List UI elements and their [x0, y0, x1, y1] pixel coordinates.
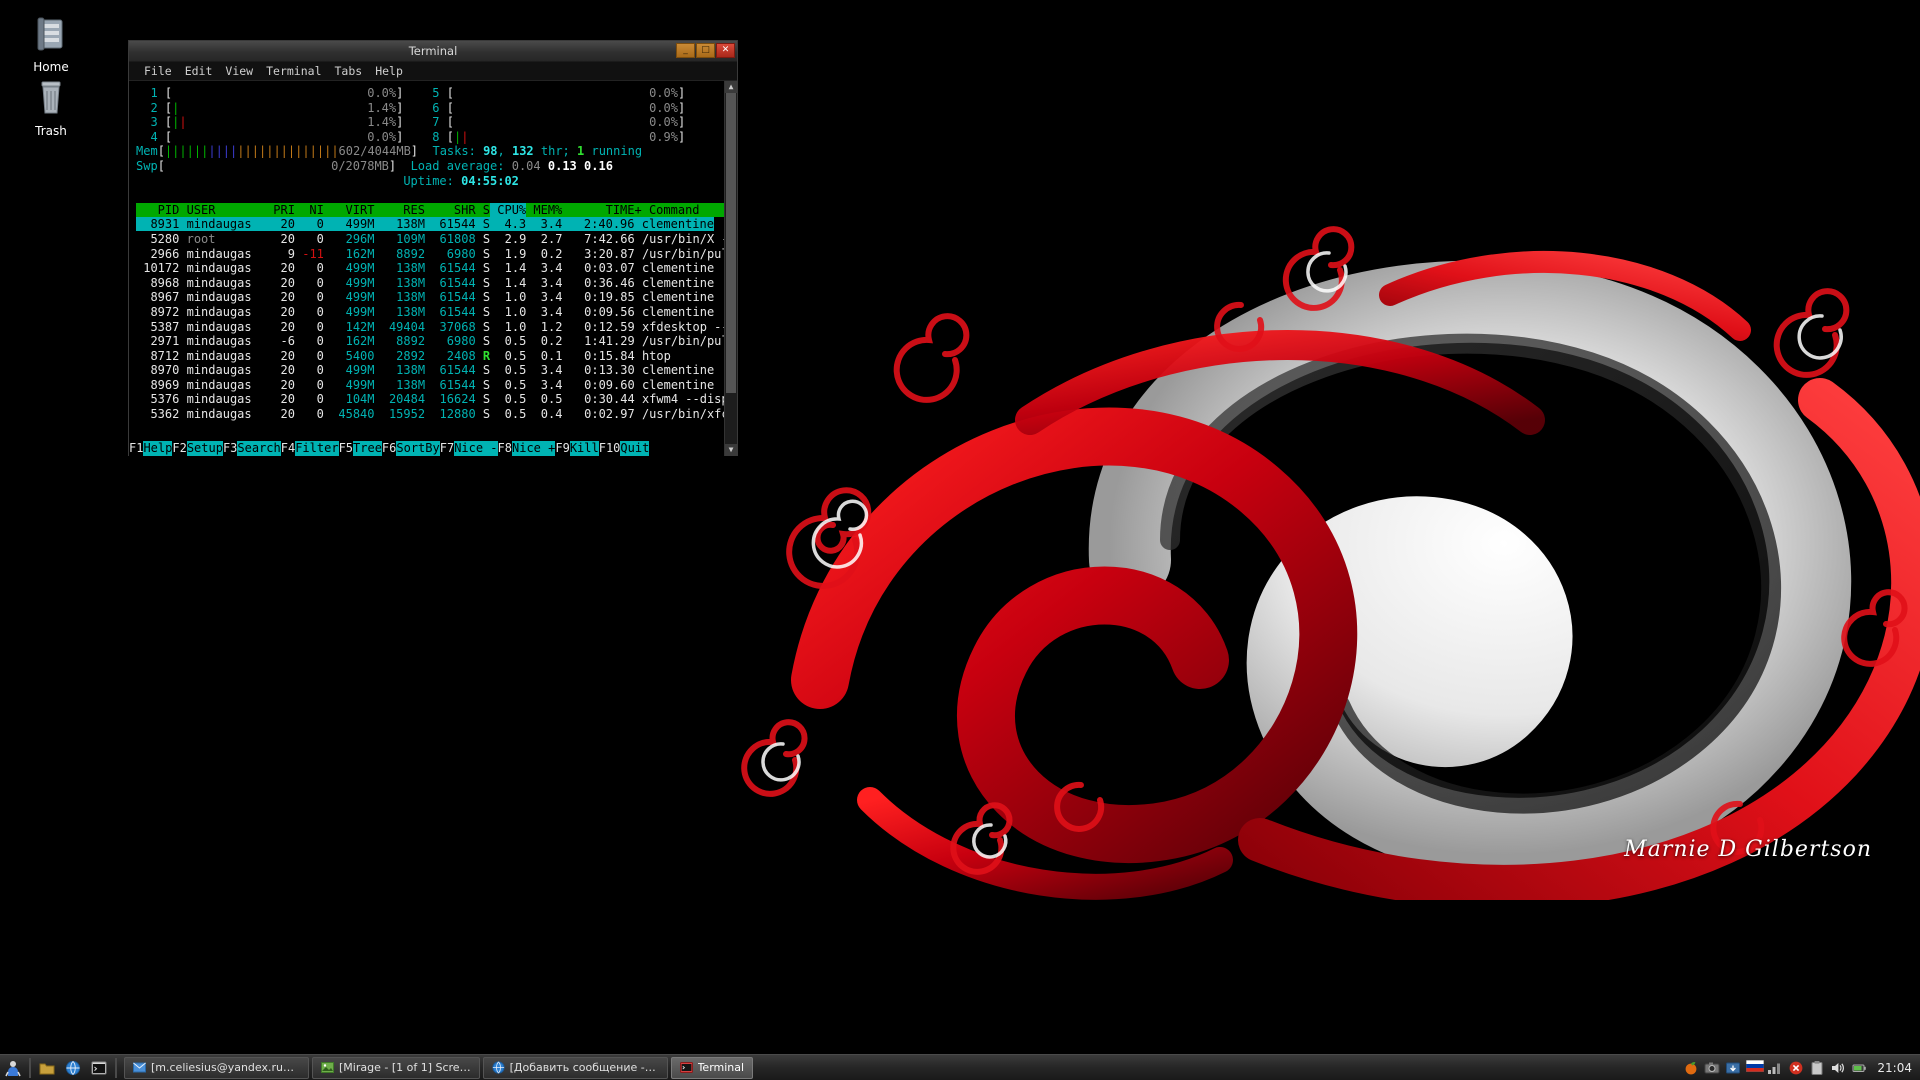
screenshot-tray-icon[interactable] [1704, 1060, 1720, 1076]
task-button-message[interactable]: [Добавить сообщение - … [482, 1056, 668, 1079]
applications-menu-button[interactable] [0, 1056, 26, 1080]
taskbar[interactable]: [m.celiesius@yandex.ru@… [Mirage - [1 of… [0, 1054, 1920, 1080]
fkey-f4[interactable]: F4 [280, 441, 296, 456]
fkey-label-quit[interactable]: Quit [620, 441, 650, 456]
desktop[interactable]: Marnie D Gilbertson Home Trash Terminal … [0, 0, 1920, 1080]
scroll-down-icon[interactable]: ▼ [725, 444, 737, 456]
close-button[interactable]: ✕ [716, 43, 735, 58]
menu-help[interactable]: Help [370, 63, 408, 79]
desktop-icon-trash[interactable]: Trash [8, 78, 94, 138]
fkey-f1[interactable]: F1 [129, 441, 144, 456]
scrollbar-thumb[interactable] [726, 93, 736, 393]
menu-tabs[interactable]: Tabs [330, 63, 368, 79]
desktop-icon-trash-label: Trash [35, 124, 67, 138]
terminal-title-bar[interactable]: Terminal _ □ ✕ [129, 41, 737, 62]
task-label-thunderbird: [m.celiesius@yandex.ru@… [151, 1061, 300, 1074]
taskbar-separator-2 [115, 1057, 117, 1078]
fkey-f6[interactable]: F6 [381, 441, 397, 456]
terminal-window[interactable]: Terminal _ □ ✕ File Edit View Terminal T… [128, 40, 738, 456]
desktop-icon-home-label: Home [33, 60, 69, 74]
image-icon [321, 1061, 334, 1074]
scroll-up-icon[interactable]: ▲ [725, 81, 737, 93]
fkey-f10[interactable]: F10 [598, 441, 621, 456]
task-label-terminal: Terminal [697, 1061, 745, 1074]
window-title: Terminal [408, 44, 458, 58]
fkey-f5[interactable]: F5 [338, 441, 354, 456]
task-button-terminal[interactable]: Terminal [670, 1056, 754, 1079]
task-label-mirage: [Mirage - [1 of 1] Scre… [339, 1061, 471, 1074]
htop-screen[interactable]: 1 [ 0.0%] 5 [ 0.0%] 2 [| 1.4%] 6 [ 0.0%]… [129, 81, 737, 456]
wallpaper-signature: Marnie D Gilbertson [1624, 837, 1872, 862]
desktop-icon-home[interactable]: Home [8, 14, 94, 74]
system-tray[interactable] [1683, 1059, 1873, 1076]
terminal-icon [679, 1061, 693, 1074]
battery-tray-icon[interactable] [1851, 1060, 1867, 1076]
menu-edit[interactable]: Edit [180, 63, 218, 79]
fkey-label-filter[interactable]: Filter [295, 441, 339, 456]
fkey-f7[interactable]: F7 [439, 441, 455, 456]
htop-content: 1 [ 0.0%] 5 [ 0.0%] 2 [| 1.4%] 6 [ 0.0%]… [136, 86, 737, 422]
keyboard-layout-flag-icon[interactable] [1746, 1059, 1765, 1076]
browser-launcher[interactable] [60, 1056, 86, 1080]
mail-icon [133, 1061, 146, 1074]
updates-tray-icon[interactable] [1725, 1060, 1741, 1076]
trash-icon [8, 78, 94, 120]
wallpaper-fractal [741, 226, 1920, 900]
browser-icon [491, 1061, 505, 1074]
task-button-thunderbird[interactable]: [m.celiesius@yandex.ru@… [124, 1056, 309, 1079]
fkey-label-setup[interactable]: Setup [186, 441, 223, 456]
menu-file[interactable]: File [139, 63, 177, 79]
fkey-label-nice[interactable]: Nice + [512, 441, 556, 456]
fkey-label-search[interactable]: Search [237, 441, 281, 456]
network-tray-icon[interactable] [1767, 1060, 1783, 1076]
close-session-tray-icon[interactable] [1788, 1060, 1804, 1076]
task-label-message: [Добавить сообщение - … [509, 1061, 659, 1074]
menu-terminal[interactable]: Terminal [261, 63, 326, 79]
clock[interactable]: 21:04 [1873, 1061, 1920, 1075]
minimize-button[interactable]: _ [676, 43, 695, 58]
task-button-mirage[interactable]: [Mirage - [1 of 1] Scre… [312, 1056, 480, 1079]
fkey-label-nice[interactable]: Nice - [454, 441, 498, 456]
menu-view[interactable]: View [220, 63, 258, 79]
htop-function-key-bar[interactable]: F1 Help F2 Setup F3 Search F4 Filter F5 Tree F6… [129, 441, 724, 456]
terminal-scrollbar[interactable]: ▲ ▼ [724, 81, 737, 456]
clementine-tray-icon[interactable] [1683, 1060, 1699, 1076]
fkey-f9[interactable]: F9 [555, 441, 570, 456]
fkey-f3[interactable]: F3 [222, 441, 238, 456]
window-task-list[interactable]: [m.celiesius@yandex.ru@… [Mirage - [1 of… [120, 1056, 1683, 1079]
maximize-button[interactable]: □ [696, 43, 715, 58]
fkey-f2[interactable]: F2 [172, 441, 187, 456]
fkey-label-kill[interactable]: Kill [569, 441, 599, 456]
home-icon [8, 14, 94, 56]
volume-tray-icon[interactable] [1830, 1060, 1846, 1076]
fkey-f8[interactable]: F8 [497, 441, 512, 456]
fkey-label-help[interactable]: Help [143, 441, 173, 456]
file-manager-launcher[interactable] [34, 1056, 60, 1080]
fkey-label-tree[interactable]: Tree [353, 441, 382, 456]
window-controls[interactable]: _ □ ✕ [676, 43, 735, 58]
taskbar-separator-1 [29, 1057, 31, 1078]
terminal-launcher[interactable] [86, 1056, 112, 1080]
clipboard-tray-icon[interactable] [1809, 1060, 1825, 1076]
terminal-menu-bar[interactable]: File Edit View Terminal Tabs Help [129, 62, 737, 81]
fkey-label-sortby[interactable]: SortBy [396, 441, 440, 456]
